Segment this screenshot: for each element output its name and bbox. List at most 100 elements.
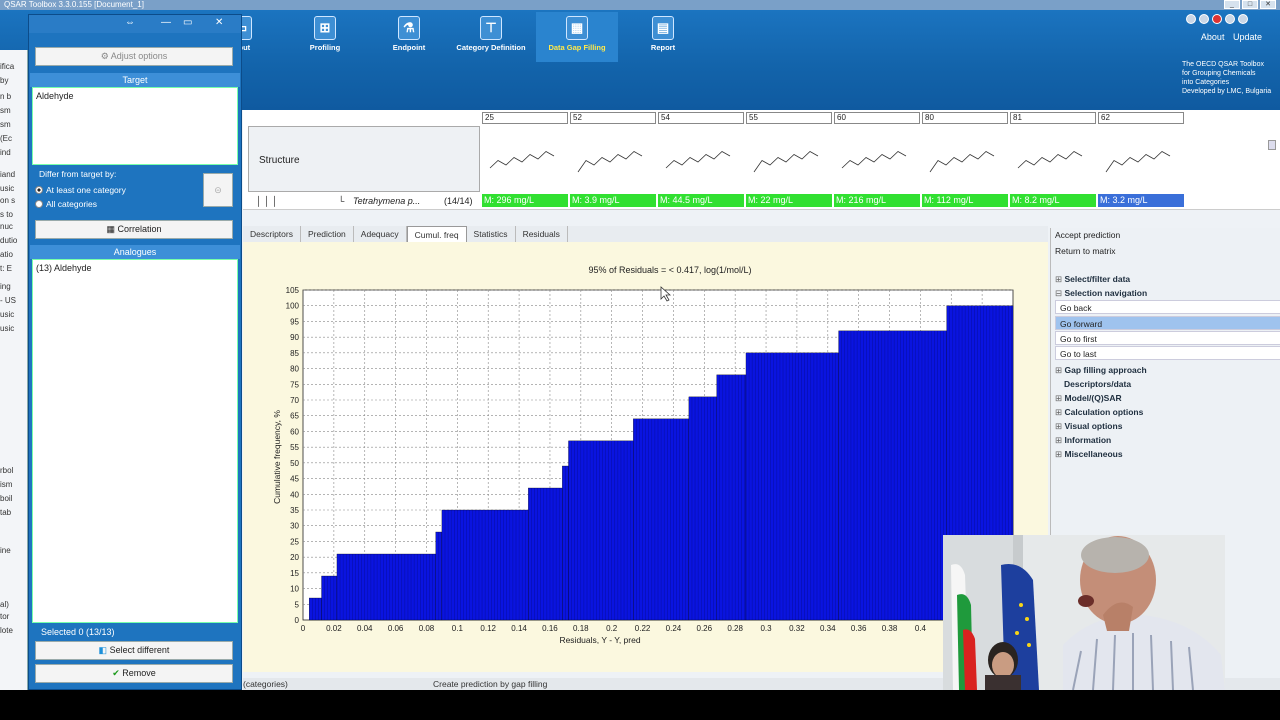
minimize-icon[interactable]: _ [1224,0,1240,9]
action-item[interactable]: Go to first [1055,331,1280,345]
title-bar: QSAR Toolbox 3.3.0.155 [Document_1] _ □ … [0,0,1280,10]
structure-drawing[interactable] [1098,128,1184,198]
tab-category-definition-label: Category Definition [456,43,526,52]
tab-profiling-label: Profiling [309,43,341,52]
column-header[interactable]: 60 [834,112,920,124]
adjust-options-button[interactable]: ⚙ Adjust options [35,47,233,66]
panel-minimize-icon[interactable]: — [161,17,171,28]
tools-icon[interactable] [1225,14,1235,24]
radio-at-least-one[interactable]: At least one category [35,185,126,195]
about-link[interactable]: About [1201,32,1225,42]
y-tick-label: 60 [290,427,299,436]
left-clipped-panel: ifica by n b sm sm (Ec ind iand usic on s s to nuc d… [0,50,28,690]
tab-adequacy[interactable]: Adequacy [354,226,407,242]
column-header[interactable]: 62 [1098,112,1184,124]
structure-drawing[interactable] [482,128,568,198]
action-item[interactable]: ⊞ Calculation options [1055,405,1280,419]
settings-icon[interactable] [1186,14,1196,24]
adjust-options-label: Adjust options [110,51,168,61]
bar [716,374,747,621]
y-tick-label: 0 [295,616,300,625]
column-header[interactable]: 54 [658,112,744,124]
tab-residuals[interactable]: Residuals [516,226,568,242]
action-item[interactable]: ⊞ Select/filter data [1055,272,1280,286]
structure-drawing[interactable] [570,128,656,198]
action-label: Miscellaneous [1064,449,1123,459]
y-tick-label: 75 [290,380,299,389]
action-item[interactable]: ⊞ Information [1055,433,1280,447]
select-different-button[interactable]: ◧ Select different [35,641,233,660]
update-link[interactable]: Update [1233,32,1262,42]
panel-close-icon[interactable]: ✕ [215,17,223,28]
target-value: Aldehyde [36,91,74,101]
x-tick-label: 0.32 [789,624,805,633]
endpoint-value-cell[interactable]: M: 112 mg/L [922,194,1008,207]
matrix-scrollbar[interactable] [1268,140,1276,150]
endpoint-value-cell[interactable]: M: 44.5 mg/L [658,194,744,207]
action-item[interactable]: Go to last [1055,346,1280,360]
radio-unchecked-icon [35,200,43,208]
close-icon[interactable]: ✕ [1260,0,1276,9]
action-label: Visual options [1064,421,1123,431]
structure-drawing[interactable] [746,128,832,198]
column-header[interactable]: 25 [482,112,568,124]
action-item[interactable]: Go back [1055,300,1280,314]
action-item[interactable]: Go forward [1055,316,1280,330]
action-item[interactable]: ⊞ Model/(Q)SAR [1055,391,1280,405]
clipped-text: ifica [0,62,15,71]
analogue-item[interactable]: (13) Aldehyde [36,263,234,273]
column-header[interactable]: 80 [922,112,1008,124]
action-item[interactable]: ⊞ Gap filling approach [1055,363,1280,377]
tab-data-gap-filling[interactable]: ▦ Data Gap Filling [536,12,618,62]
info-icon[interactable] [1238,14,1248,24]
tab-profiling[interactable]: ⊞ Profiling [284,12,366,62]
credit-line: for Grouping Chemicals [1182,70,1256,77]
endpoint-value-cell[interactable]: M: 3.2 mg/L [1098,194,1184,207]
maximize-icon[interactable]: □ [1242,0,1258,9]
column-header[interactable]: 52 [570,112,656,124]
action-item[interactable]: ⊟ Selection navigation [1055,286,1280,300]
column-header[interactable]: 55 [746,112,832,124]
dock-icon[interactable]: ⇔ [125,17,135,28]
endpoint-row-header[interactable]: │ │ │ └ Tetrahymena p... (14/14) [248,194,480,208]
radio-1-label: At least one category [46,185,126,195]
structure-drawing[interactable] [922,128,1008,198]
structure-drawing[interactable] [658,128,744,198]
column-header[interactable]: 81 [1010,112,1096,124]
refresh-button[interactable]: ⊝ [203,173,233,207]
accept-prediction[interactable]: Accept prediction [1055,228,1280,242]
tab-prediction[interactable]: Prediction [301,226,354,242]
action-item[interactable]: ⊞ Visual options [1055,419,1280,433]
endpoint-value-cell[interactable]: M: 296 mg/L [482,194,568,207]
tab-category-definition[interactable]: ⊤ Category Definition [450,12,532,62]
x-tick-label: 0.14 [511,624,527,633]
help-icon[interactable] [1199,14,1209,24]
endpoint-value-cell[interactable]: M: 3.9 mg/L [570,194,656,207]
return-to-matrix[interactable]: Return to matrix [1055,244,1280,258]
y-tick-label: 80 [290,365,299,374]
clipped-text: lote [0,626,13,635]
structure-drawing[interactable] [834,128,920,198]
endpoint-value-cell[interactable]: M: 216 mg/L [834,194,920,207]
structure-drawing[interactable] [1010,128,1096,198]
radio-all-categories[interactable]: All categories [35,199,97,209]
action-item[interactable]: Descriptors/data [1055,377,1280,391]
correlation-button[interactable]: ▦ Correlation [35,220,233,239]
remove-button[interactable]: ✔ Remove [35,664,233,683]
tab-statistics[interactable]: Statistics [467,226,516,242]
tab-descriptors[interactable]: Descriptors [243,226,301,242]
radio-checked-icon [35,186,43,194]
panel-restore-icon[interactable]: ▭ [183,17,192,28]
exit-icon[interactable] [1212,14,1222,24]
select-icon: ◧ [98,645,110,655]
tab-report[interactable]: ▤ Report [622,12,704,62]
profiling-icon: ⊞ [314,16,336,40]
bar [568,440,634,621]
video-letterbox [0,690,1280,720]
endpoint-value-cell[interactable]: M: 8.2 mg/L [1010,194,1096,207]
x-tick-label: 0.26 [697,624,713,633]
action-item[interactable]: ⊞ Miscellaneous [1055,447,1280,461]
tab-cumul-freq[interactable]: Cumul. freq [406,226,467,242]
tab-endpoint[interactable]: ⚗ Endpoint [368,12,450,62]
endpoint-value-cell[interactable]: M: 22 mg/L [746,194,832,207]
